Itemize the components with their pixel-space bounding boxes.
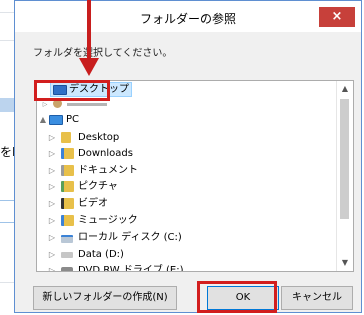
tree-item-label: ミュージック: [78, 215, 138, 226]
tree-item-pc[interactable]: ▲ PC: [37, 112, 337, 127]
close-button[interactable]: ×: [319, 7, 355, 27]
dvd-icon: [61, 267, 73, 271]
tree-item-data-d[interactable]: ▷ Data (D:): [37, 247, 337, 262]
background-divider: [0, 40, 14, 41]
scroll-down-icon[interactable]: ▼: [337, 255, 353, 271]
tree-item-label: ピクチャ: [78, 181, 118, 192]
expand-caret-icon[interactable]: ▷: [47, 230, 57, 245]
arrow-down-icon: [79, 58, 99, 76]
collapse-caret-icon[interactable]: ▲: [38, 112, 48, 127]
expand-caret-icon[interactable]: ▷: [47, 179, 57, 194]
expand-caret-icon[interactable]: ▷: [47, 263, 57, 271]
tree-item-documents[interactable]: ▷ ドキュメント: [37, 163, 337, 178]
expand-caret-icon[interactable]: ▷: [47, 130, 57, 145]
tree-scrollbar[interactable]: ▲ ▼: [336, 81, 353, 271]
expand-caret-icon[interactable]: ▷: [47, 146, 57, 161]
tree-item-local-disk-c[interactable]: ▷ ローカル ディスク (C:): [37, 230, 337, 245]
background-divider: [0, 12, 14, 13]
folder-tree[interactable]: デスクトップ ▷ ▲ PC ▷ Desktop ▷ Downloads ▷ ドキ…: [36, 80, 354, 272]
arrow-shaft: [87, 0, 91, 60]
tree-item-label: Desktop: [78, 132, 120, 143]
expand-caret-icon[interactable]: ▷: [47, 196, 57, 211]
dialog-title: フォルダーの参照: [139, 12, 236, 26]
downloads-icon: [61, 148, 74, 159]
new-folder-button[interactable]: 新しいフォルダーの作成(N): [33, 286, 177, 310]
tree-item-label: PC: [66, 114, 80, 125]
highlight-box-ok: [197, 281, 277, 313]
tree-item-label: Downloads: [78, 148, 133, 159]
dialog-instruction: フォルダを選択してください。: [33, 48, 173, 59]
redacted-user-name: [67, 103, 107, 106]
pc-icon: [49, 115, 63, 125]
videos-icon: [61, 198, 74, 209]
tree-item-label: ドキュメント: [78, 165, 138, 176]
background-selection-bar: [0, 98, 14, 112]
dialog-titlebar: フォルダーの参照 ×: [15, 1, 361, 32]
tree-item-videos[interactable]: ▷ ビデオ: [37, 196, 337, 211]
tree-item-downloads[interactable]: ▷ Downloads: [37, 146, 337, 161]
pictures-icon: [61, 181, 74, 192]
tree-item-desktop-folder[interactable]: ▷ Desktop: [37, 130, 337, 145]
folder-browse-dialog: フォルダーの参照 × フォルダを選択してください。 デスクトップ ▷ ▲ PC …: [14, 0, 362, 313]
tree-item-label: Data (D:): [78, 249, 124, 260]
tree-item-pictures[interactable]: ▷ ピクチャ: [37, 179, 337, 194]
background-divider: [0, 222, 14, 223]
expand-caret-icon[interactable]: ▷: [47, 247, 57, 262]
tree-item-label: DVD RW ドライブ (E:): [78, 265, 184, 272]
tree-item-label: ローカル ディスク (C:): [78, 232, 182, 243]
tree-item-dvd-e[interactable]: ▷ DVD RW ドライブ (E:): [37, 263, 337, 272]
cancel-button[interactable]: キャンセル: [281, 286, 353, 310]
tree-item-music[interactable]: ▷ ミュージック: [37, 213, 337, 228]
folder-icon: [61, 132, 71, 143]
documents-icon: [61, 165, 74, 176]
expand-caret-icon[interactable]: ▷: [47, 213, 57, 228]
drive-icon: [61, 252, 73, 258]
highlight-box-desktop: [34, 80, 110, 101]
background-divider: [0, 282, 14, 283]
drive-icon: [61, 235, 73, 243]
music-icon: [61, 215, 74, 226]
scrollbar-thumb[interactable]: [340, 99, 349, 219]
expand-caret-icon[interactable]: ▷: [47, 163, 57, 178]
tree-item-label: ビデオ: [78, 198, 108, 209]
scroll-up-icon[interactable]: ▲: [337, 81, 353, 97]
background-divider: [0, 200, 14, 201]
